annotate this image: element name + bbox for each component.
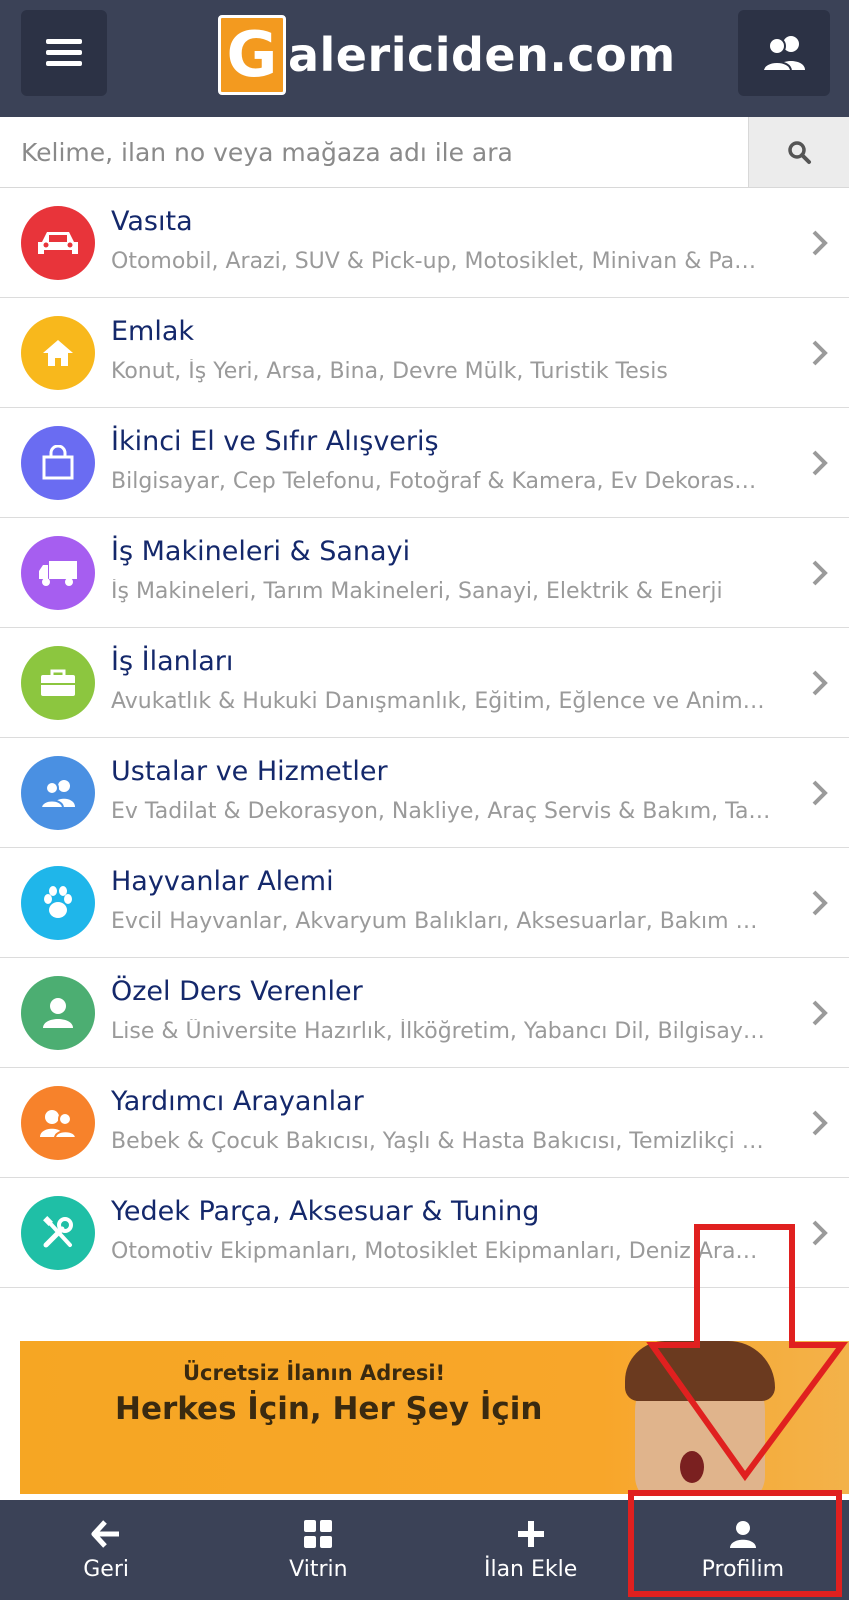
bottom-navigation: Geri Vitrin İlan Ekle Profilim	[0, 1500, 849, 1600]
users-button[interactable]	[738, 10, 830, 96]
chevron-right-icon	[805, 558, 835, 588]
users-icon	[761, 36, 805, 72]
category-subtitle: Avukatlık & Hukuki Danışmanlık, Eğitim, …	[111, 689, 765, 714]
paw-icon	[44, 886, 72, 918]
category-icon-circle	[21, 426, 95, 500]
category-subtitle: Otomobil, Arazi, SUV & Pick-up, Motosikl…	[111, 249, 757, 274]
logo-mark: G	[218, 15, 286, 95]
category-icon-circle	[21, 206, 95, 280]
nav-label: İlan Ekle	[483, 1556, 578, 1582]
car-icon	[38, 232, 78, 254]
hamburger-menu-icon	[46, 39, 82, 66]
user-icon	[729, 1520, 756, 1548]
category-subtitle: Ev Tadilat & Dekorasyon, Nakliye, Araç S…	[111, 799, 771, 824]
workers-icon	[39, 780, 75, 809]
logo-text: alericiden.com	[288, 28, 676, 82]
category-list: Vasıta Otomobil, Arazi, SUV & Pick-up, M…	[0, 188, 849, 1288]
category-title: İş Makineleri & Sanayi	[111, 536, 411, 567]
chevron-right-icon	[805, 448, 835, 478]
search-icon	[788, 141, 811, 164]
category-icon-circle	[21, 646, 95, 720]
chevron-right-icon	[805, 1218, 835, 1248]
category-subtitle: Evcil Hayvanlar, Akvaryum Balıkları, Aks…	[111, 909, 771, 934]
search-bar	[0, 117, 849, 188]
nav-vitrin-button[interactable]: Vitrin	[212, 1500, 424, 1600]
site-logo[interactable]: G alericiden.com	[218, 14, 676, 96]
banner-person-mouth	[680, 1451, 704, 1483]
category-icon-circle	[21, 976, 95, 1050]
category-row-vasita[interactable]: Vasıta Otomobil, Arazi, SUV & Pick-up, M…	[0, 188, 849, 298]
category-row-hayvanlar[interactable]: Hayvanlar Alemi Evcil Hayvanlar, Akvaryu…	[0, 848, 849, 958]
briefcase-icon	[41, 669, 75, 696]
category-title: Özel Ders Verenler	[111, 976, 363, 1007]
chevron-right-icon	[805, 998, 835, 1028]
banner-person-hair	[625, 1341, 775, 1401]
chevron-right-icon	[805, 888, 835, 918]
category-row-emlak[interactable]: Emlak Konut, İş Yeri, Arsa, Bina, Devre …	[0, 298, 849, 408]
category-title: Yedek Parça, Aksesuar & Tuning	[111, 1196, 540, 1227]
category-row-yardimci[interactable]: Yardımcı Arayanlar Bebek & Çocuk Bakıcıs…	[0, 1068, 849, 1178]
category-row-alisveris[interactable]: İkinci El ve Sıfır Alışveriş Bilgisayar,…	[0, 408, 849, 518]
category-row-yedek-parca[interactable]: Yedek Parça, Aksesuar & Tuning Otomotiv …	[0, 1178, 849, 1288]
app-header: G alericiden.com	[0, 0, 849, 117]
category-row-ozel-ders[interactable]: Özel Ders Verenler Lise & Üniversite Haz…	[0, 958, 849, 1068]
helpers-icon	[40, 1110, 78, 1139]
category-title: Ustalar ve Hizmetler	[111, 756, 388, 787]
banner-tagline: Ücretsiz İlanın Adresi!	[183, 1361, 446, 1385]
chevron-right-icon	[805, 1108, 835, 1138]
nav-profile-button[interactable]: Profilim	[637, 1500, 849, 1600]
category-row-is-makineleri[interactable]: İş Makineleri & Sanayi İş Makineleri, Ta…	[0, 518, 849, 628]
category-subtitle: Lise & Üniversite Hazırlık, İlköğretim, …	[111, 1019, 765, 1044]
category-icon-circle	[21, 756, 95, 830]
category-title: Yardımcı Arayanlar	[111, 1086, 364, 1117]
search-button[interactable]	[748, 117, 849, 187]
truck-icon	[39, 561, 77, 586]
nav-back-button[interactable]: Geri	[0, 1500, 212, 1600]
category-subtitle: Bilgisayar, Cep Telefonu, Fotoğraf & Kam…	[111, 469, 757, 494]
category-subtitle: Konut, İş Yeri, Arsa, Bina, Devre Mülk, …	[111, 359, 668, 384]
category-icon-circle	[21, 1086, 95, 1160]
grid-icon	[304, 1519, 333, 1548]
chevron-right-icon	[805, 338, 835, 368]
home-icon	[43, 340, 73, 366]
category-icon-circle	[21, 1196, 95, 1270]
category-subtitle: Bebek & Çocuk Bakıcısı, Yaşlı & Hasta Ba…	[111, 1129, 764, 1154]
category-icon-circle	[21, 316, 95, 390]
person-icon	[43, 998, 73, 1028]
arrow-left-icon	[91, 1519, 120, 1548]
banner-headline: Herkes İçin, Her Şey İçin	[115, 1391, 543, 1427]
category-row-ustalar[interactable]: Ustalar ve Hizmetler Ev Tadilat & Dekora…	[0, 738, 849, 848]
nav-label: Geri	[83, 1556, 129, 1582]
category-icon-circle	[21, 536, 95, 610]
category-title: Hayvanlar Alemi	[111, 866, 334, 897]
category-subtitle: Otomotiv Ekipmanları, Motosiklet Ekipman…	[111, 1239, 758, 1264]
tools-icon	[43, 1216, 73, 1248]
chevron-right-icon	[805, 228, 835, 258]
nav-label: Profilim	[701, 1556, 785, 1582]
category-subtitle: İş Makineleri, Tarım Makineleri, Sanayi,…	[111, 579, 723, 604]
menu-button[interactable]	[21, 10, 107, 96]
category-icon-circle	[21, 866, 95, 940]
chevron-right-icon	[805, 778, 835, 808]
nav-add-listing-button[interactable]: İlan Ekle	[425, 1500, 637, 1600]
category-title: İş İlanları	[111, 646, 234, 677]
search-input[interactable]	[0, 117, 748, 187]
category-title: İkinci El ve Sıfır Alışveriş	[111, 426, 439, 457]
plus-icon	[517, 1520, 544, 1547]
category-row-is-ilanlari[interactable]: İş İlanları Avukatlık & Hukuki Danışmanl…	[0, 628, 849, 738]
chevron-right-icon	[805, 668, 835, 698]
category-title: Emlak	[111, 316, 195, 347]
shopping-bag-icon	[42, 445, 74, 480]
promo-banner[interactable]: Ücretsiz İlanın Adresi! Herkes İçin, Her…	[20, 1341, 849, 1494]
nav-label: Vitrin	[289, 1556, 348, 1582]
category-title: Vasıta	[111, 206, 193, 237]
